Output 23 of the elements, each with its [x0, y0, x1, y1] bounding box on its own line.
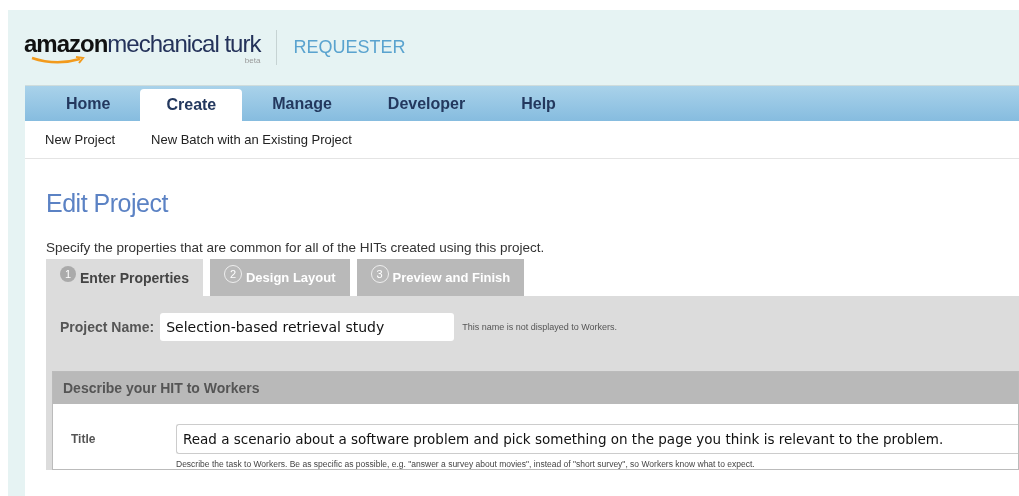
field-label: Project Name: [60, 319, 155, 335]
field-note: This name is not displayed to Workers. [462, 322, 618, 332]
intro-text: Specify the properties that are common for all of the HITs created using this project. [46, 240, 546, 255]
step-number: 1 [60, 265, 76, 282]
subnav-link[interactable]: New Batch with an Existing Project [151, 132, 352, 147]
smile-arrow-icon [30, 56, 86, 66]
page-title: Edit Project [46, 189, 170, 218]
field-label: Title [71, 431, 97, 448]
nav-tab[interactable]: Help [495, 86, 582, 121]
title-field[interactable]: Read a scenario about a software problem and pick something on the page you think is relevant to the problem. [176, 424, 1018, 454]
beta-tag: beta [244, 56, 261, 65]
nav-tab[interactable]: Create [140, 89, 243, 121]
subnav-link[interactable]: New Project [45, 132, 116, 147]
logo-product: mechanical turk [107, 30, 261, 58]
section-title: REQUESTER [293, 37, 406, 58]
nav-tab[interactable]: Manage [246, 86, 358, 121]
section-heading: Describe your HIT to Workers [53, 372, 1018, 404]
step-tab[interactable]: 1 Enter Properties [46, 259, 203, 296]
nav-tab[interactable]: Home [40, 86, 137, 121]
project-name-field[interactable]: Selection-based retrieval study [160, 313, 455, 341]
nav-tab[interactable]: Developer [361, 86, 492, 121]
logo-brand: amazon [24, 30, 108, 58]
field-hint: Describe the task to Workers. Be as specific as possible, e.g. "answer a survey about movies", instead of "short survey", so Workers know what to expect. [176, 459, 756, 469]
